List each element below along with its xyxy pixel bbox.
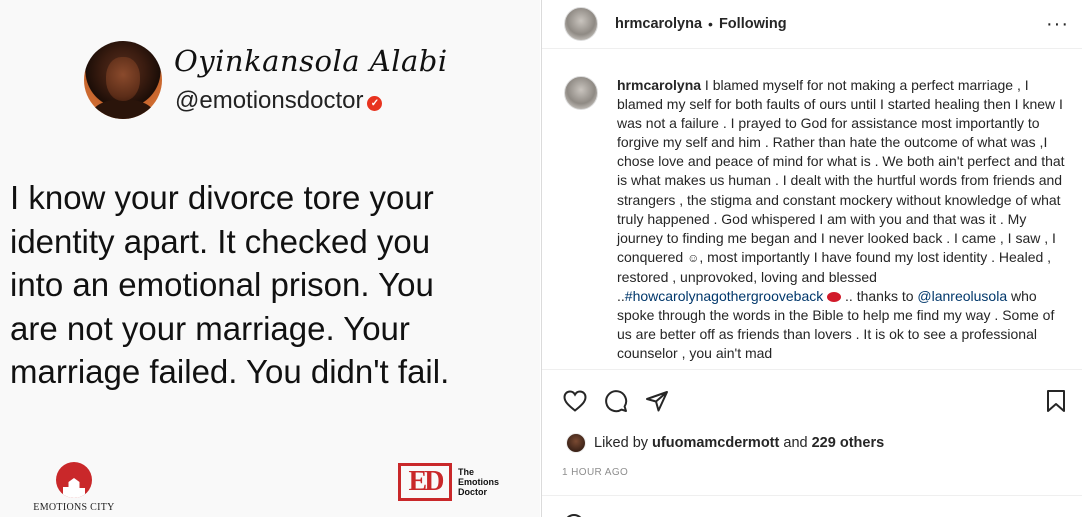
ed-monogram: ED bbox=[398, 463, 452, 501]
quote-line: I know your divorce tore your bbox=[10, 179, 434, 216]
author-handle: @emotionsdoctor bbox=[175, 87, 364, 114]
comment-icon[interactable] bbox=[603, 388, 629, 414]
wordmark-line: Emotions bbox=[458, 477, 500, 487]
liker-avatar[interactable] bbox=[566, 433, 586, 453]
likes-middle: and bbox=[783, 435, 808, 451]
emotions-doctor-wordmark: The Emotions Doctor bbox=[458, 467, 508, 497]
likes-summary: Liked by ufuomamcdermott and 229 others bbox=[566, 433, 884, 453]
more-options-icon[interactable]: ··· bbox=[1046, 13, 1069, 36]
author-signature: Oyinkansola Alabi bbox=[174, 44, 448, 78]
caption-text: hrmcarolyna I blamed myself for not maki… bbox=[617, 76, 1067, 363]
share-icon[interactable] bbox=[644, 388, 670, 414]
post-details-panel: hrmcarolyna • Following ··· hrmcarolyna … bbox=[541, 0, 1082, 517]
emotions-doctor-logo: ED The Emotions Doctor bbox=[398, 463, 508, 501]
quote-text: I know your divorce tore your identity a… bbox=[10, 176, 535, 394]
divider bbox=[542, 495, 1082, 496]
likes-prefix: Liked by bbox=[594, 435, 649, 451]
quote-line: marriage failed. You didn't fail. bbox=[10, 353, 450, 390]
post-actions-section: Liked by ufuomamcdermott and 229 others … bbox=[542, 369, 1082, 517]
header-separator: • bbox=[708, 16, 713, 32]
lips-emoji-icon bbox=[827, 292, 842, 303]
caption-avatar[interactable] bbox=[564, 76, 598, 110]
quote-line: are not your marriage. Your bbox=[10, 309, 410, 347]
post-image[interactable]: Oyinkansola Alabi @emotionsdoctor ✓ I kn… bbox=[0, 0, 540, 517]
verified-badge-icon: ✓ bbox=[367, 95, 383, 111]
emotions-city-logo: EMOTIONS CITY bbox=[24, 462, 124, 513]
post-timestamp[interactable]: 1 HOUR AGO bbox=[562, 467, 628, 478]
mention-link[interactable]: @lanreolusola bbox=[917, 288, 1007, 304]
likes-count-link[interactable]: 229 others bbox=[812, 435, 885, 451]
caption-body: .. thanks to bbox=[841, 288, 918, 305]
quote-line: identity apart. It checked you bbox=[10, 222, 431, 260]
author-handle-row: @emotionsdoctor ✓ bbox=[175, 87, 383, 115]
caption-section: hrmcarolyna I blamed myself for not maki… bbox=[542, 50, 1082, 368]
hashtag-link[interactable]: #howcarolynagothergrooveback bbox=[625, 288, 823, 304]
author-photo bbox=[84, 41, 162, 119]
post-header: hrmcarolyna • Following ··· bbox=[542, 0, 1082, 49]
caption-body: I blamed myself for not making a perfect… bbox=[617, 77, 1065, 265]
emotions-city-wordmark: EMOTIONS CITY bbox=[33, 502, 115, 513]
profile-avatar[interactable] bbox=[564, 7, 598, 41]
following-button[interactable]: Following bbox=[719, 16, 787, 32]
header-username-link[interactable]: hrmcarolyna bbox=[615, 16, 702, 32]
smile-emoji-icon: ☺ bbox=[687, 250, 700, 265]
caption-username-link[interactable]: hrmcarolyna bbox=[617, 77, 701, 93]
heart-icon[interactable] bbox=[562, 388, 588, 414]
bookmark-icon[interactable] bbox=[1043, 388, 1069, 414]
action-icons-row bbox=[562, 388, 670, 414]
quote-line: into an emotional prison. You bbox=[10, 266, 434, 303]
emotions-city-emblem-icon bbox=[56, 462, 92, 498]
wordmark-line: Doctor bbox=[458, 487, 487, 497]
liker-username-link[interactable]: ufuomamcdermott bbox=[652, 435, 779, 451]
wordmark-line: The bbox=[458, 467, 475, 477]
